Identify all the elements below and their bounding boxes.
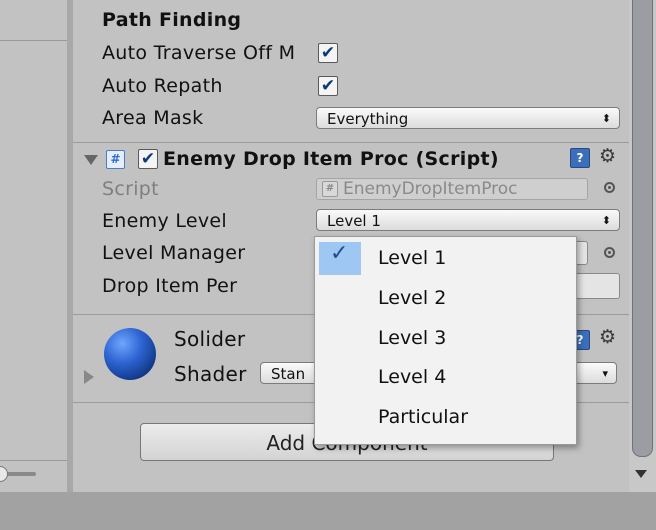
checkmark-icon: ✔ xyxy=(320,76,336,96)
foldout-arrow-icon[interactable] xyxy=(84,370,94,384)
cs-script-icon: # xyxy=(322,181,338,197)
area-mask-label: Area Mask xyxy=(102,107,204,129)
cs-script-icon: # xyxy=(106,150,125,169)
section-separator xyxy=(73,142,629,143)
component-enabled-checkbox[interactable]: ✔ xyxy=(138,149,158,169)
checkmark-icon: ✔ xyxy=(320,43,336,63)
checkmark-icon: ✔ xyxy=(140,149,156,169)
scrollbar-thumb[interactable] xyxy=(632,0,653,457)
popup-item-particular[interactable]: Particular xyxy=(315,398,574,437)
popup-item-level-4[interactable]: Level 4 xyxy=(315,358,574,397)
popup-item-label: Level 1 xyxy=(378,247,447,269)
gear-icon[interactable]: ⚙ xyxy=(599,145,616,167)
popup-item-level-3[interactable]: Level 3 xyxy=(315,319,574,358)
object-picker-icon xyxy=(604,182,615,193)
material-preview-sphere xyxy=(104,328,156,380)
script-field: EnemyDropItemProc xyxy=(316,178,588,200)
path-finding-header: Path Finding xyxy=(102,9,242,31)
left-panel-divider xyxy=(0,40,67,41)
script-value: EnemyDropItemProc xyxy=(343,179,518,199)
area-mask-dropdown[interactable]: Everything ⬍ xyxy=(316,107,620,129)
dropdown-arrow-icon: ⬍ xyxy=(601,112,611,125)
bottom-strip xyxy=(0,492,656,530)
component-title: Enemy Drop Item Proc (Script) xyxy=(163,148,499,170)
level-manager-label: Level Manager xyxy=(102,242,246,264)
popup-item-level-2[interactable]: Level 2 xyxy=(315,279,574,318)
drop-item-per-field[interactable] xyxy=(570,273,620,299)
popup-item-label: Particular xyxy=(378,406,469,428)
area-mask-value: Everything xyxy=(327,110,409,128)
left-panel-divider xyxy=(0,460,67,461)
script-label: Script xyxy=(102,178,159,200)
popup-item-label: Level 2 xyxy=(378,287,447,309)
popup-item-label: Level 3 xyxy=(378,327,447,349)
help-book-icon[interactable]: ? xyxy=(570,148,590,168)
foldout-arrow-icon[interactable] xyxy=(84,155,98,165)
popup-item-level-1[interactable]: ✓ Level 1 xyxy=(315,239,574,278)
auto-traverse-label: Auto Traverse Off M xyxy=(102,42,296,64)
dropdown-arrow-icon: ⬍ xyxy=(601,214,611,227)
checkmark-icon: ✓ xyxy=(330,241,349,266)
auto-traverse-checkbox[interactable]: ✔ xyxy=(318,43,338,63)
dropdown-arrow-icon: ▾ xyxy=(602,367,608,380)
shader-label: Shader xyxy=(174,362,247,386)
gear-icon[interactable]: ⚙ xyxy=(599,326,616,348)
scroll-down-arrow-icon[interactable] xyxy=(635,470,647,478)
material-name: Solider xyxy=(174,327,246,351)
enemy-level-popup-menu: ✓ Level 1 Level 2 Level 3 Level 4 Partic… xyxy=(314,236,577,445)
drop-item-per-label: Drop Item Per xyxy=(102,275,238,297)
shader-value: Stan xyxy=(271,365,306,383)
left-panel xyxy=(0,0,67,492)
auto-repath-checkbox[interactable]: ✔ xyxy=(318,76,338,96)
enemy-level-value: Level 1 xyxy=(327,212,381,230)
auto-repath-label: Auto Repath xyxy=(102,75,223,97)
object-picker-icon[interactable] xyxy=(604,247,615,258)
enemy-level-dropdown[interactable]: Level 1 ⬍ xyxy=(316,209,620,231)
popup-item-label: Level 4 xyxy=(378,366,447,388)
enemy-level-label: Enemy Level xyxy=(102,210,227,232)
